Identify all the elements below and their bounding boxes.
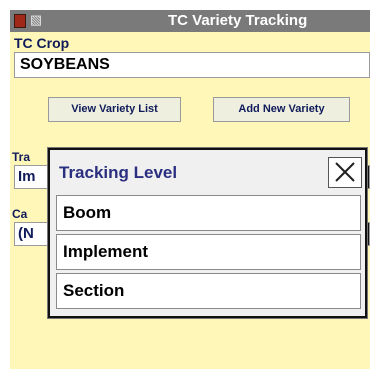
tracking-level-value: Im (18, 168, 36, 185)
dialog-title: Tracking Level (59, 163, 178, 182)
category-value: (N (18, 225, 34, 242)
title-bar: ▧ TC Variety Tracking (10, 10, 370, 32)
option-boom[interactable]: Boom (56, 195, 361, 231)
crop-field[interactable]: SOYBEANS (14, 52, 370, 78)
main-panel: TC Crop SOYBEANS View Variety List Add N… (10, 32, 370, 369)
crop-label: TC Crop (14, 35, 70, 51)
tracking-level-label: Tra (12, 150, 31, 164)
add-new-variety-button[interactable]: Add New Variety (213, 97, 350, 122)
tractor-icon: ▧ (29, 12, 43, 27)
close-button[interactable] (328, 157, 362, 188)
close-icon (335, 162, 355, 182)
window-title: TC Variety Tracking (168, 12, 308, 29)
app-icon (14, 14, 26, 28)
tracking-level-dialog: Tracking Level Boom Implement Section (48, 148, 367, 318)
view-variety-list-button[interactable]: View Variety List (48, 97, 181, 122)
category-label: Ca (12, 207, 28, 221)
option-implement[interactable]: Implement (56, 234, 361, 270)
option-section[interactable]: Section (56, 273, 361, 309)
variety-tracking-screen: ▧ TC Variety Tracking TC Crop SOYBEANS V… (0, 0, 370, 369)
